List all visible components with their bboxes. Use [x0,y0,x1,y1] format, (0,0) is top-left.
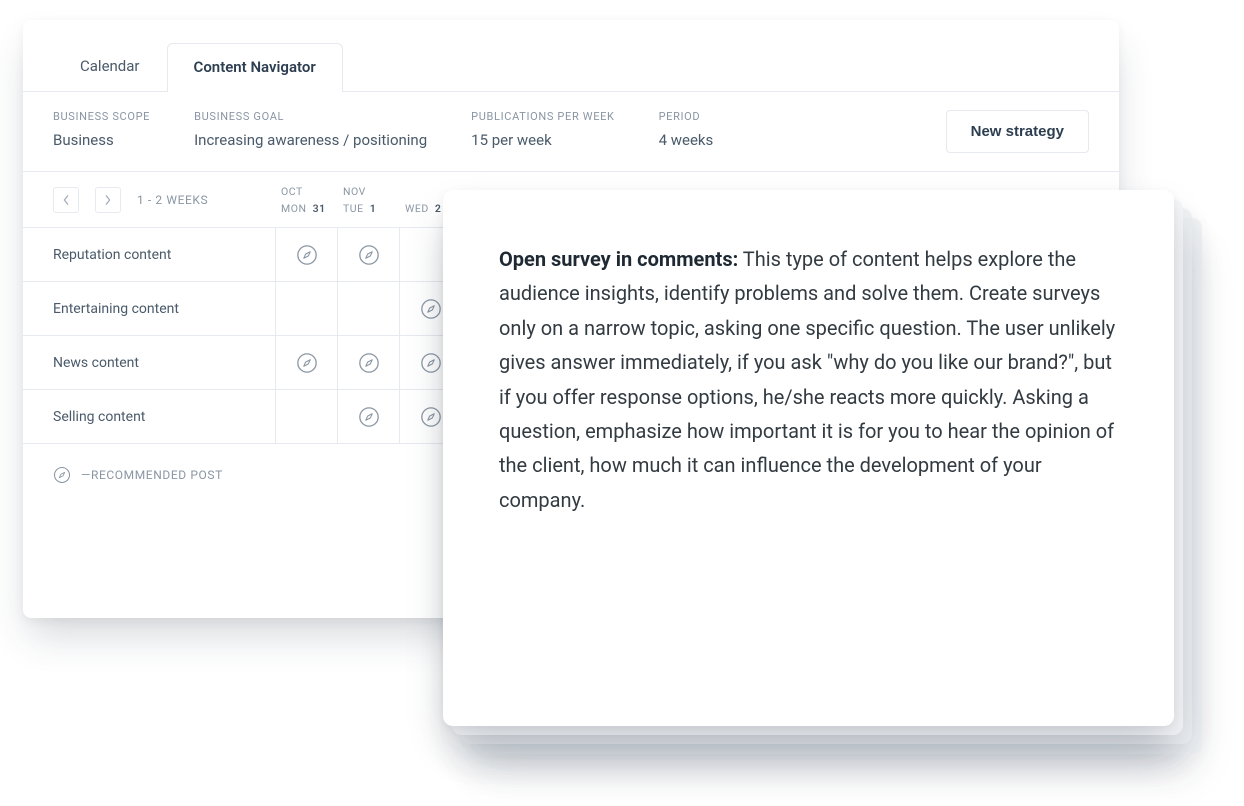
grid-cell[interactable] [275,390,337,443]
day-header: NOV TUE 1 [337,185,399,215]
meta-business-goal: BUSINESS GOAL Increasing awareness / pos… [194,110,427,149]
day-header: OCT MON 31 [275,185,337,215]
tooltip-body: This type of content helps explore the a… [499,247,1115,512]
legend-text: —RECOMMENDED POST [81,468,223,482]
row-label: Selling content [53,409,145,425]
day-dow: MON 31 [281,202,326,215]
tabs: Calendar Content Navigator [23,20,1119,92]
compass-icon [420,406,442,428]
compass-icon [420,298,442,320]
grid-cell[interactable] [337,336,399,389]
chevron-right-icon [104,195,112,205]
grid-cell[interactable] [275,282,337,335]
meta-label: BUSINESS SCOPE [53,110,150,123]
compass-icon [296,352,318,374]
meta-period: PERIOD 4 weeks [659,110,714,149]
next-week-button[interactable] [95,187,121,213]
day-dow: WED 2 [405,202,441,215]
compass-icon [420,352,442,374]
chevron-left-icon [62,195,70,205]
meta-label: PUBLICATIONS PER WEEK [471,110,614,123]
compass-icon [358,244,380,266]
meta-label: BUSINESS GOAL [194,110,427,123]
day-month: OCT [281,185,303,198]
compass-icon [358,406,380,428]
meta-value: Business [53,131,150,149]
day-dow: TUE 1 [343,202,376,215]
tooltip-title: Open survey in comments: [499,247,738,271]
grid-cell[interactable] [337,282,399,335]
meta-value: Increasing awareness / positioning [194,131,427,149]
row-label: Reputation content [53,247,171,263]
strategy-meta: BUSINESS SCOPE Business BUSINESS GOAL In… [23,92,1119,172]
grid-cell[interactable] [337,390,399,443]
content-tooltip: Open survey in comments: This type of co… [443,190,1174,726]
prev-week-button[interactable] [53,187,79,213]
tab-calendar[interactable]: Calendar [53,42,167,91]
row-label: News content [53,355,139,371]
day-month: NOV [343,185,366,198]
tab-content-navigator[interactable]: Content Navigator [167,43,343,92]
grid-cell[interactable] [275,228,337,281]
meta-label: PERIOD [659,110,714,123]
day-month [405,185,408,198]
new-strategy-button[interactable]: New strategy [946,110,1089,153]
grid-cell[interactable] [275,336,337,389]
meta-publications-per-week: PUBLICATIONS PER WEEK 15 per week [471,110,614,149]
meta-value: 15 per week [471,131,614,149]
tooltip-text: Open survey in comments: This type of co… [499,242,1118,517]
meta-business-scope: BUSINESS SCOPE Business [53,110,150,149]
row-label: Entertaining content [53,301,179,317]
compass-icon [53,466,71,484]
compass-icon [296,244,318,266]
tooltip-stack: Open survey in comments: This type of co… [443,190,1174,726]
meta-value: 4 weeks [659,131,714,149]
grid-cell[interactable] [337,228,399,281]
compass-icon [358,352,380,374]
weeks-range: 1 - 2 WEEKS [137,193,208,207]
